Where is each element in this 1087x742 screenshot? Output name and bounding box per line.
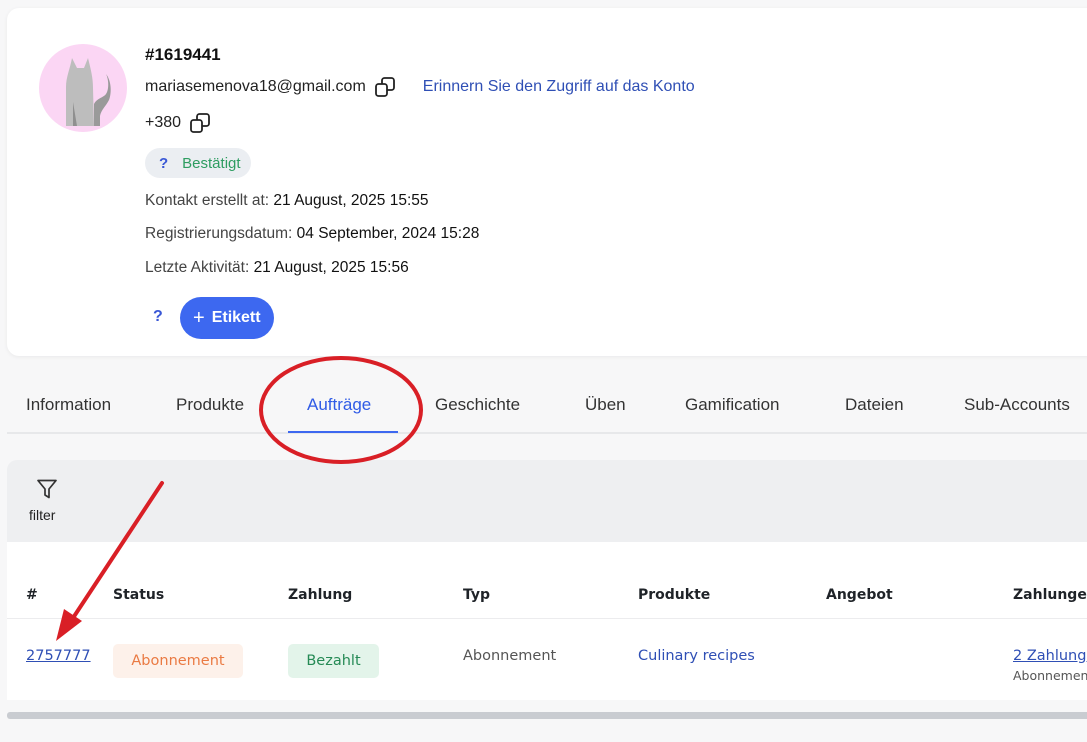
user-email: mariasemenova18@gmail.com [145,78,366,95]
user-id: #1619441 [145,45,221,64]
email-row: mariasemenova18@gmail.com Erinnern Sie d… [145,76,695,98]
column-header: Produkte [638,587,711,603]
copy-email-icon[interactable] [374,76,396,98]
tab-information[interactable]: Information [26,395,111,415]
tab-dateien[interactable]: Dateien [845,395,904,415]
orders-table: # Status Zahlung Typ Produkte Angebot Za… [7,542,1087,700]
copy-phone-icon[interactable] [189,112,211,134]
filter-label: filter [29,507,56,523]
active-tab-indicator [288,431,398,433]
order-id-link[interactable]: 2757777 [26,648,91,664]
add-tag-button[interactable]: + Etikett [180,297,274,339]
tab-bar: Information Produkte Aufträge Geschichte… [7,380,1087,434]
help-question-icon[interactable]: ? [159,155,168,172]
tab-sub-accounts[interactable]: Sub-Accounts [964,395,1070,415]
meta-value: 21 August, 2025 15:56 [253,259,409,276]
filter-button[interactable]: filter [29,478,65,523]
payment-status-badge: Bezahlt [288,644,379,678]
payments-link[interactable]: 2 Zahlung [1013,648,1086,664]
order-type: Abonnement [463,648,557,664]
status-label: Bestätigt [182,154,241,172]
remind-access-link[interactable]: Erinnern Sie den Zugriff auf das Konto [423,78,695,96]
verification-status-badge: ? Bestätigt [145,148,251,178]
product-link[interactable]: Culinary recipes [638,648,755,664]
column-header: Status [113,587,165,603]
phone-row: +380 [145,112,211,134]
meta-label: Letzte Aktivität: [145,259,250,276]
avatar [39,44,127,132]
tab-produkte[interactable]: Produkte [176,395,244,415]
order-status-badge: Abonnement [113,644,243,678]
column-header: Angebot [826,587,893,603]
funnel-icon [37,479,57,499]
add-tag-label: Etikett [211,309,261,326]
payments-subtext: Abonnement [1013,668,1087,683]
user-phone: +380 [145,114,182,131]
tab-auftraege[interactable]: Aufträge [307,395,371,415]
meta-value: 21 August, 2025 15:55 [273,192,429,209]
meta-label: Registrierungsdatum: [145,225,293,242]
horizontal-scrollbar[interactable] [7,712,1087,719]
last-activity: Letzte Aktivität: 21 August, 2025 15:56 [145,259,409,277]
tag-help-icon[interactable]: ? [153,308,163,326]
meta-label: Kontakt erstellt at: [145,192,270,209]
plus-icon: + [193,307,205,329]
column-header: Zahlung [288,587,353,603]
tab-geschichte[interactable]: Geschichte [435,395,520,415]
contact-created: Kontakt erstellt at: 21 August, 2025 15:… [145,192,429,210]
filter-bar: filter [7,460,1087,542]
column-header: Typ [463,587,491,603]
cat-silhouette-icon [66,58,111,126]
registration-date: Registrierungsdatum: 04 September, 2024 … [145,225,479,243]
tab-ueben[interactable]: Üben [585,395,626,415]
meta-value: 04 September, 2024 15:28 [296,225,480,242]
header-divider [7,618,1087,619]
profile-card: #1619441 mariasemenova18@gmail.com Erinn… [7,8,1087,356]
tab-gamification[interactable]: Gamification [685,395,779,415]
column-header: Zahlungen [1013,587,1087,603]
column-header: # [26,587,38,603]
